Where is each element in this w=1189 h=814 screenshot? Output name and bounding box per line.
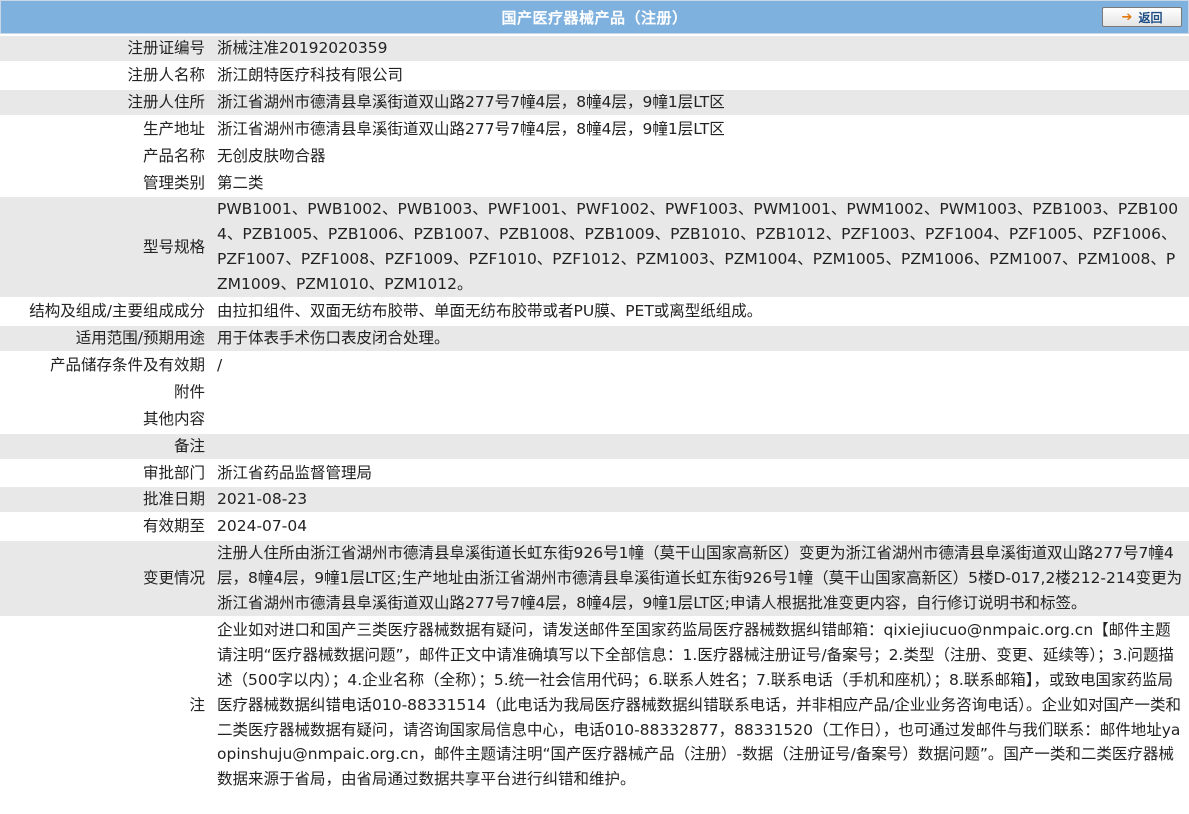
row-attachment: 附件 (0, 379, 1189, 405)
field-value (213, 379, 1189, 405)
row-structure: 结构及组成/主要组成成分 由拉扣组件、双面无纺布胶带、单面无纺布胶带或者PU膜、… (0, 299, 1189, 324)
row-changes: 变更情况 注册人住所由浙江省湖州市德清县阜溪街道长虹东街926号1幢（莫干山国家… (0, 541, 1189, 616)
field-label: 适用范围/预期用途 (0, 325, 213, 351)
field-label: 批准日期 (0, 487, 213, 513)
row-scope: 适用范围/预期用途 用于体表手术伤口表皮闭合处理。 (0, 325, 1189, 351)
field-label: 其他内容 (0, 406, 213, 432)
field-label: 产品名称 (0, 143, 213, 169)
row-registrant-address: 注册人住所 浙江省湖州市德清县阜溪街道双山路277号7幢4层，8幢4层，9幢1层… (0, 89, 1189, 115)
field-label: 注 (0, 617, 213, 793)
row-other: 其他内容 (0, 406, 1189, 432)
row-remark: 备注 (0, 433, 1189, 459)
field-label: 备注 (0, 433, 213, 459)
field-value: 企业如对进口和国产三类医疗器械数据有疑问，请发送邮件至国家药监局医疗器械数据纠错… (213, 617, 1189, 793)
field-value (213, 433, 1189, 459)
field-label: 有效期至 (0, 514, 213, 540)
row-models: 型号规格 PWB1001、PWB1002、PWB1003、PWF1001、PWF… (0, 197, 1189, 298)
field-value: 第二类 (213, 170, 1189, 196)
field-value: 无创皮肤吻合器 (213, 143, 1189, 169)
field-value: 浙江省湖州市德清县阜溪街道双山路277号7幢4层，8幢4层，9幢1层LT区 (213, 89, 1189, 115)
back-button-label: 返回 (1138, 10, 1163, 25)
field-value: 由拉扣组件、双面无纺布胶带、单面无纺布胶带或者PU膜、PET或离型纸组成。 (213, 299, 1189, 324)
field-label: 注册人住所 (0, 89, 213, 115)
row-department: 审批部门 浙江省药品监督管理局 (0, 460, 1189, 486)
field-value: PWB1001、PWB1002、PWB1003、PWF1001、PWF1002、… (213, 197, 1189, 298)
row-note: 注 企业如对进口和国产三类医疗器械数据有疑问，请发送邮件至国家药监局医疗器械数据… (0, 617, 1189, 793)
back-button[interactable]: ➔ 返回 (1102, 7, 1182, 27)
field-value: 2024-07-04 (213, 514, 1189, 540)
row-category: 管理类别 第二类 (0, 170, 1189, 196)
row-storage: 产品储存条件及有效期 / (0, 352, 1189, 378)
row-registrant: 注册人名称 浙江朗特医疗科技有限公司 (0, 62, 1189, 88)
page-title: 国产医疗器械产品（注册） (501, 8, 688, 27)
field-label: 审批部门 (0, 460, 213, 486)
field-label: 注册证编号 (0, 36, 213, 61)
field-value: 浙江朗特医疗科技有限公司 (213, 62, 1189, 88)
field-label: 产品储存条件及有效期 (0, 352, 213, 378)
field-value (213, 406, 1189, 432)
field-label: 管理类别 (0, 170, 213, 196)
field-value: 2021-08-23 (213, 487, 1189, 513)
row-valid-until: 有效期至 2024-07-04 (0, 514, 1189, 540)
field-value: 浙江省药品监督管理局 (213, 460, 1189, 486)
row-reg-no: 注册证编号 浙械注准20192020359 (0, 36, 1189, 61)
field-label: 注册人名称 (0, 62, 213, 88)
field-label: 变更情况 (0, 541, 213, 616)
field-value: 浙械注准20192020359 (213, 36, 1189, 61)
page-header: 国产医疗器械产品（注册） ➔ 返回 (0, 0, 1189, 34)
arrow-right-icon: ➔ (1121, 9, 1133, 25)
row-production-address: 生产地址 浙江省湖州市德清县阜溪街道双山路277号7幢4层，8幢4层，9幢1层L… (0, 116, 1189, 142)
field-value: 注册人住所由浙江省湖州市德清县阜溪街道长虹东街926号1幢（莫干山国家高新区）变… (213, 541, 1189, 616)
row-product-name: 产品名称 无创皮肤吻合器 (0, 143, 1189, 169)
field-value: 用于体表手术伤口表皮闭合处理。 (213, 325, 1189, 351)
field-label: 生产地址 (0, 116, 213, 142)
detail-table: 注册证编号 浙械注准20192020359 注册人名称 浙江朗特医疗科技有限公司… (0, 34, 1189, 794)
field-label: 附件 (0, 379, 213, 405)
field-label: 型号规格 (0, 197, 213, 298)
row-approval-date: 批准日期 2021-08-23 (0, 487, 1189, 513)
field-label: 结构及组成/主要组成成分 (0, 299, 213, 324)
field-value: 浙江省湖州市德清县阜溪街道双山路277号7幢4层，8幢4层，9幢1层LT区 (213, 116, 1189, 142)
field-value: / (213, 352, 1189, 378)
